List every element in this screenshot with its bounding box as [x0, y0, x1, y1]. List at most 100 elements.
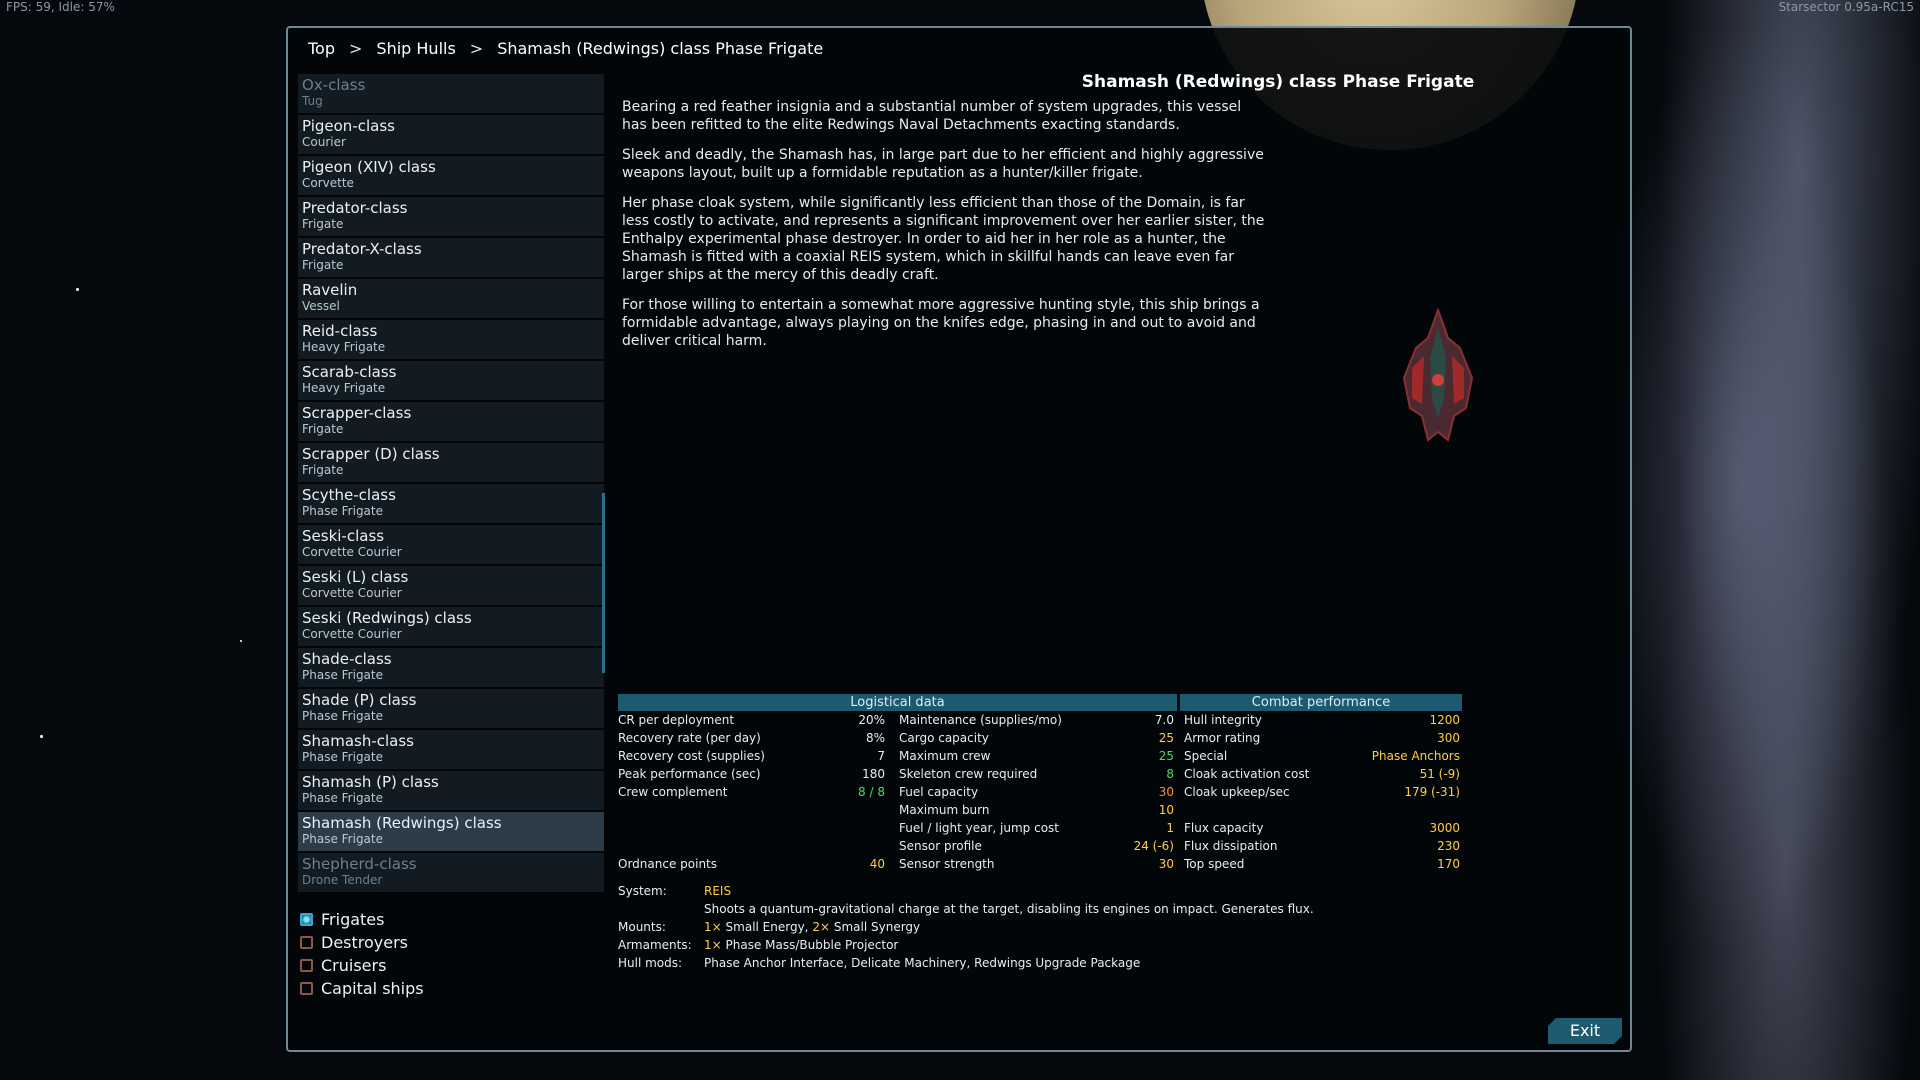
ship-list-item[interactable]: Shade (P) class Phase Frigate: [298, 689, 604, 728]
combat-column: Hull integrity 1200 Armor rating 300 Special…: [1180, 711, 1462, 873]
checkbox[interactable]: [300, 913, 313, 926]
ship-type: Tug: [302, 94, 323, 108]
stat-label: Fuel capacity: [899, 785, 979, 799]
stat-label: Maximum burn: [899, 803, 990, 817]
armaments-label: Armaments:: [618, 938, 692, 952]
ship-list-item[interactable]: Predator-X-class Frigate: [298, 238, 604, 277]
ship-type: Frigate: [302, 217, 344, 231]
stat-row: Recovery rate (per day) 8%: [618, 729, 885, 747]
star: [40, 735, 43, 738]
system-description: Shoots a quantum-gravitational charge at…: [704, 902, 1314, 916]
filter-capital-ships[interactable]: Capital ships: [300, 977, 424, 1000]
breadcrumb-separator: >: [349, 39, 363, 58]
description-paragraph: Sleek and deadly, the Shamash has, in la…: [622, 147, 1264, 181]
ship-list-item[interactable]: Ravelin Vessel: [298, 279, 604, 318]
stat-label: Armor rating: [1184, 731, 1261, 745]
ship-name: Scrapper (D) class: [302, 445, 440, 463]
ship-list-item[interactable]: Shamash-class Phase Frigate: [298, 730, 604, 769]
filter-destroyers[interactable]: Destroyers: [300, 931, 424, 954]
stat-value: 8%: [865, 731, 885, 745]
stat-row: Crew complement 8 / 8: [618, 783, 885, 801]
ship-type: Frigate: [302, 422, 344, 436]
ship-name: Pigeon (XIV) class: [302, 158, 436, 176]
ship-list-item[interactable]: Reid-class Heavy Frigate: [298, 320, 604, 359]
stat-value: 30: [1158, 857, 1174, 871]
ship-list-item[interactable]: Predator-class Frigate: [298, 197, 604, 236]
ship-list-item[interactable]: Shade-class Phase Frigate: [298, 648, 604, 687]
filter-cruisers[interactable]: Cruisers: [300, 954, 424, 977]
stat-value: Phase Anchors: [1371, 749, 1460, 763]
ship-list-item[interactable]: Pigeon (XIV) class Corvette: [298, 156, 604, 195]
mount-type: Small Energy,: [725, 920, 809, 934]
filter-label: Frigates: [321, 910, 385, 929]
stat-row: Ordnance points 40: [618, 855, 885, 873]
ship-type: Drone Tender: [302, 873, 383, 887]
description-paragraph: For those willing to entertain a somewha…: [622, 297, 1260, 349]
star: [240, 640, 242, 642]
ship-type: Vessel: [302, 299, 340, 313]
mount-count: 2×: [812, 920, 831, 934]
stat-value: 1200: [1429, 713, 1460, 727]
ship-name: Shepherd-class: [302, 855, 417, 873]
breadcrumb-ship-hulls[interactable]: Ship Hulls: [376, 39, 455, 58]
ship-name: Scythe-class: [302, 486, 396, 504]
ship-list-item[interactable]: Seski-class Corvette Courier: [298, 525, 604, 564]
stat-label: Cloak activation cost: [1184, 767, 1310, 781]
checkbox[interactable]: [300, 936, 313, 949]
stat-row: Sensor profile 24 (-6): [899, 837, 1174, 855]
stats-panel: Logistical data Combat performance CR pe…: [618, 694, 1464, 873]
stat-value: 3000: [1429, 821, 1460, 835]
stat-row: Peak performance (sec) 180: [618, 765, 885, 783]
ship-list-item[interactable]: Pigeon-class Courier: [298, 115, 604, 154]
stat-row: Recovery cost (supplies) 7: [618, 747, 885, 765]
ship-list-item[interactable]: Shamash (Redwings) class Phase Frigate: [298, 812, 604, 851]
breadcrumb-top[interactable]: Top: [308, 39, 335, 58]
stat-row: Skeleton crew required 8: [899, 765, 1174, 783]
stat-row: Cloak activation cost 51 (-9): [1184, 765, 1460, 783]
stat-label: CR per deployment: [618, 713, 735, 727]
stat-label: Top speed: [1184, 857, 1245, 871]
stat-label: Hull integrity: [1184, 713, 1262, 727]
ship-list-item[interactable]: Seski (Redwings) class Corvette Courier: [298, 607, 604, 646]
ship-name: Reid-class: [302, 322, 378, 340]
stat-row: Maximum crew 25: [899, 747, 1174, 765]
ship-type: Heavy Frigate: [302, 340, 386, 354]
stat-row: Armor rating 300: [1184, 729, 1460, 747]
ship-list-item[interactable]: Ox-class Tug: [298, 74, 604, 113]
scrollbar[interactable]: [602, 493, 605, 673]
ship-list-item[interactable]: Scrapper-class Frigate: [298, 402, 604, 441]
ship-type: Corvette Courier: [302, 586, 402, 600]
armament-name: Phase Mass/Bubble Projector: [725, 938, 899, 952]
ship-name: Ravelin: [302, 281, 358, 299]
ship-type: Heavy Frigate: [302, 381, 386, 395]
stat-label: Flux dissipation: [1184, 839, 1278, 853]
ship-type: Phase Frigate: [302, 709, 383, 723]
ship-list-item[interactable]: Scythe-class Phase Frigate: [298, 484, 604, 523]
ship-name: Shamash (P) class: [302, 773, 439, 791]
ship-name: Seski (L) class: [302, 568, 409, 586]
stat-label: Ordnance points: [618, 857, 717, 871]
stat-row: CR per deployment 20%: [618, 711, 885, 729]
stat-value: 20%: [858, 713, 885, 727]
stat-row: Top speed 170: [1184, 855, 1460, 873]
ship-type: Frigate: [302, 258, 344, 272]
ship-list-item[interactable]: Scrapper (D) class Frigate: [298, 443, 604, 482]
stat-value: 25: [1158, 749, 1174, 763]
stat-row: Flux capacity 3000: [1184, 819, 1460, 837]
logistical-column-1: CR per deployment 20% Recovery rate (per d…: [618, 711, 893, 873]
logistical-header: Logistical data: [618, 694, 1177, 711]
ship-list-item[interactable]: Scarab-class Heavy Frigate: [298, 361, 604, 400]
filter-frigates[interactable]: Frigates: [300, 908, 424, 931]
checkbox[interactable]: [300, 982, 313, 995]
stat-value: 230: [1437, 839, 1460, 853]
checkbox[interactable]: [300, 959, 313, 972]
ship-type: Corvette Courier: [302, 545, 402, 559]
ship-list-item[interactable]: Seski (L) class Corvette Courier: [298, 566, 604, 605]
exit-button[interactable]: Exit: [1548, 1018, 1622, 1044]
ship-list-item[interactable]: Shepherd-class Drone Tender: [298, 853, 604, 892]
ship-name: Ox-class: [302, 76, 366, 94]
ship-list-item[interactable]: Shamash (P) class Phase Frigate: [298, 771, 604, 810]
background-nebula: [1620, 0, 1920, 1080]
logistical-column-2: Maintenance (supplies/mo) 7.0 Cargo capaci…: [893, 711, 1180, 873]
stat-value: 30: [1158, 785, 1174, 799]
